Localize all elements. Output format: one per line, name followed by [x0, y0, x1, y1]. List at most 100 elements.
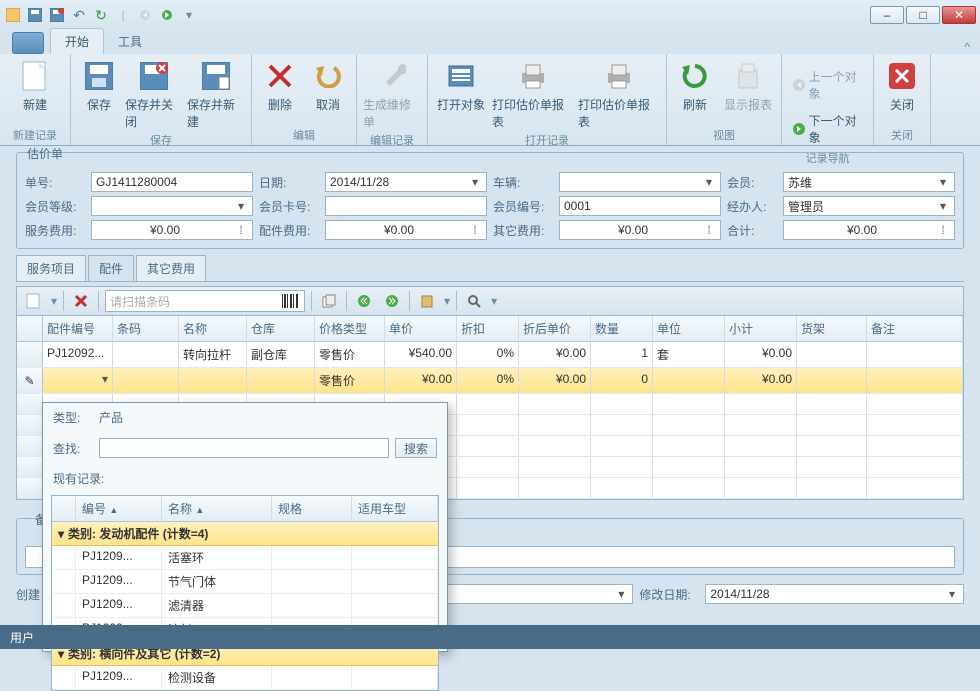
col-unit[interactable]: 单位 — [653, 316, 725, 341]
dropdown-icon[interactable]: ▾ — [614, 587, 628, 601]
type-value: 产品 — [99, 409, 123, 426]
level-input[interactable]: ▾ — [91, 196, 253, 216]
popup-col-model[interactable]: 适用车型 — [352, 496, 438, 521]
list-item[interactable]: PJ1209...检测设备 — [52, 666, 438, 690]
qat-save-close-icon[interactable] — [48, 6, 66, 24]
col-note[interactable]: 备注 — [867, 316, 963, 341]
spin-icon[interactable]: ⁞ — [468, 223, 482, 237]
find-button[interactable] — [463, 290, 485, 312]
refresh-button[interactable]: 刷新 — [673, 56, 717, 113]
spin-icon[interactable]: ⁞ — [702, 223, 716, 237]
find-input[interactable] — [99, 438, 389, 458]
col-code[interactable]: 配件编号 — [43, 316, 113, 341]
col-afterprice[interactable]: 折后单价 — [519, 316, 591, 341]
sub-tabs: 服务项目 配件 其它费用 — [16, 255, 964, 282]
popup-col-name[interactable]: 名称 ▲ — [162, 496, 272, 521]
billno-input[interactable]: GJ1411280004 — [91, 172, 253, 192]
list-item[interactable]: PJ1209...滤清器 — [52, 594, 438, 618]
memno-input[interactable]: 0001 — [559, 196, 721, 216]
col-pricetype[interactable]: 价格类型 — [315, 316, 385, 341]
member-input[interactable]: 苏维▾ — [783, 172, 955, 192]
cancel-button[interactable]: 取消 — [306, 56, 350, 113]
copy-button[interactable] — [318, 290, 340, 312]
list-item[interactable]: PJ1209...节气门体 — [52, 570, 438, 594]
next-object-button[interactable]: 下一个对象 — [788, 110, 867, 148]
close-record-button[interactable]: 关闭 — [880, 56, 924, 113]
print-quote-button[interactable]: 打印估价单报表 — [492, 56, 574, 130]
tab-parts[interactable]: 配件 — [88, 255, 134, 281]
spin-icon[interactable]: ⁞ — [234, 223, 248, 237]
first-button[interactable] — [353, 290, 375, 312]
qat-next-icon[interactable] — [158, 6, 176, 24]
qat-customize-icon[interactable]: ▾ — [180, 6, 198, 24]
minimize-button[interactable]: – — [870, 6, 904, 24]
dropdown-icon[interactable]: ▾ — [936, 175, 950, 189]
collapse-icon[interactable]: ▾ — [58, 527, 64, 541]
find-dropdown[interactable]: ▾ — [491, 294, 497, 308]
open-object-button[interactable]: 打开对象 — [434, 56, 488, 113]
col-name[interactable]: 名称 — [179, 316, 247, 341]
tab-start[interactable]: 开始 — [50, 28, 104, 54]
print-quote-button-2[interactable]: 打印估价单报表 — [578, 56, 660, 130]
search-button[interactable]: 搜索 — [395, 438, 437, 458]
save-new-button[interactable]: 保存并新建 — [187, 56, 245, 130]
tab-service[interactable]: 服务项目 — [16, 255, 86, 281]
new-row-button[interactable] — [23, 290, 45, 312]
delete-button[interactable]: 删除 — [258, 56, 302, 113]
wrench-icon — [376, 60, 408, 92]
close-button[interactable]: ✕ — [942, 6, 976, 24]
popup-group-row[interactable]: ▾类别: 发动机配件 (计数=4) — [52, 522, 438, 546]
status-user-label: 用户 — [10, 629, 34, 646]
popup-col-code[interactable]: 编号 ▲ — [76, 496, 162, 521]
delete-row-button[interactable] — [70, 290, 92, 312]
save-close-button[interactable]: 保存并关闭 — [125, 56, 183, 130]
col-barcode[interactable]: 条码 — [113, 316, 179, 341]
date-input[interactable]: 2014/11/28▾ — [325, 172, 487, 192]
dropdown-icon[interactable]: ▾ — [234, 199, 248, 213]
paste-dropdown[interactable]: ▾ — [444, 294, 450, 308]
paste-button[interactable] — [416, 290, 438, 312]
table-row[interactable]: ✎ ▾ 零售价 ¥0.00 0% ¥0.00 0 ¥0.00 — [17, 368, 963, 394]
table-row[interactable]: PJ12092... 转向拉杆 副仓库 零售价 ¥540.00 0% ¥0.00… — [17, 342, 963, 368]
popup-col-spec[interactable]: 规格 — [272, 496, 352, 521]
col-shelf[interactable]: 货架 — [797, 316, 867, 341]
qat-undo-icon[interactable]: ↶ — [70, 6, 88, 24]
operator-input[interactable]: 管理员▾ — [783, 196, 955, 216]
spin-icon[interactable]: ⁞ — [936, 223, 950, 237]
new-file-icon — [19, 60, 51, 92]
new-button[interactable]: 新建 — [6, 56, 64, 113]
otherfee-input[interactable]: ¥0.00⁞ — [559, 220, 721, 240]
last-button[interactable] — [381, 290, 403, 312]
qat-prev-icon[interactable] — [136, 6, 154, 24]
col-discount[interactable]: 折扣 — [457, 316, 519, 341]
dropdown-icon[interactable]: ▾ — [702, 175, 716, 189]
col-qty[interactable]: 数量 — [591, 316, 653, 341]
moddate-input[interactable]: 2014/11/28▾ — [705, 584, 964, 604]
qat-save-icon[interactable] — [26, 6, 44, 24]
total-input[interactable]: ¥0.00⁞ — [783, 220, 955, 240]
dropdown-icon[interactable]: ▾ — [468, 175, 482, 189]
tab-tools[interactable]: 工具 — [104, 29, 156, 54]
tab-other[interactable]: 其它费用 — [136, 255, 206, 281]
file-menu-button[interactable] — [12, 32, 44, 54]
maximize-button[interactable]: □ — [906, 6, 940, 24]
col-subtotal[interactable]: 小计 — [725, 316, 797, 341]
row-selector-header — [17, 316, 43, 341]
dropdown-icon[interactable]: ▾ — [945, 587, 959, 601]
qat-app-icon[interactable] — [4, 6, 22, 24]
row-selector[interactable] — [17, 342, 43, 367]
svcfee-input[interactable]: ¥0.00⁞ — [91, 220, 253, 240]
row-selector[interactable]: ✎ — [17, 368, 43, 393]
list-item[interactable]: PJ1209...活塞环 — [52, 546, 438, 570]
qat-redo-icon[interactable]: ↻ — [92, 6, 110, 24]
vehicle-input[interactable]: ▾ — [559, 172, 721, 192]
partfee-input[interactable]: ¥0.00⁞ — [325, 220, 487, 240]
dropdown-icon[interactable]: ▾ — [936, 199, 950, 213]
save-button[interactable]: 保存 — [77, 56, 121, 113]
col-warehouse[interactable]: 仓库 — [247, 316, 315, 341]
col-price[interactable]: 单价 — [385, 316, 457, 341]
new-row-dropdown[interactable]: ▾ — [51, 294, 57, 308]
barcode-scan-input[interactable]: 请扫描条码 — [105, 290, 305, 312]
ribbon-collapse-icon[interactable]: ^ — [954, 40, 980, 54]
card-input[interactable] — [325, 196, 487, 216]
